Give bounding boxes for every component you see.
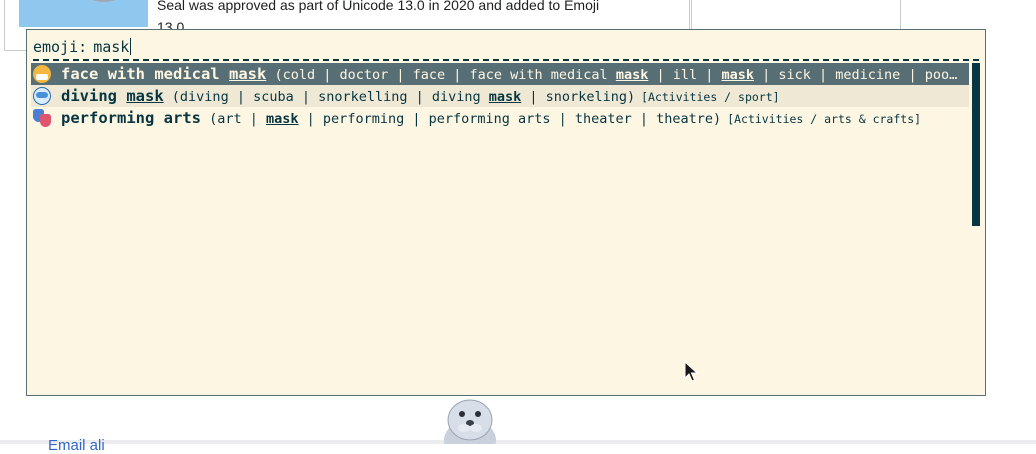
result-name: face with medical mask [61, 65, 266, 83]
diving-mask-icon [33, 87, 51, 105]
prompt-row[interactable]: emoji: mask [33, 36, 977, 58]
result-row[interactable]: performing arts (art | mask | performing… [31, 107, 969, 129]
result-category: [Activities / sport] [641, 90, 780, 104]
article-snippet-line1: Seal was approved as part of Unicode 13.… [157, 0, 600, 13]
result-name: diving mask [61, 87, 164, 105]
prompt-label: emoji: [33, 38, 88, 56]
mouse-pointer-icon [684, 361, 698, 382]
result-name-match: mask [126, 87, 164, 105]
text-caret [130, 38, 132, 55]
keyword-text: (diving | scuba | snorkelling | diving [171, 89, 489, 105]
keyword-text: (art | [209, 111, 267, 127]
result-name: performing arts [61, 109, 201, 127]
seal-thumbnail-image[interactable] [19, 0, 148, 27]
result-row[interactable]: face with medical mask (cold | doctor | … [31, 63, 969, 85]
result-category: [Activities / arts & crafts] [727, 112, 922, 126]
result-keywords: (art | mask | performing | performing ar… [209, 111, 721, 127]
seal-emoji-image [444, 399, 496, 444]
results-list[interactable]: face with medical mask (cold | doctor | … [31, 63, 969, 228]
keyword-text: | sick | medicine | poo… [754, 67, 958, 83]
keyword-text: | ill | [648, 67, 722, 83]
keyword-text: (cold | doctor | face | face with medica… [274, 67, 616, 83]
keyword-match: mask [488, 89, 522, 105]
keyword-text: | snorkeling) [521, 89, 636, 105]
prompt-separator [33, 59, 979, 61]
emoji-picker-window[interactable]: emoji: mask face with medical mask (cold … [26, 29, 986, 396]
page-sidebar [691, 0, 901, 30]
result-row[interactable]: diving mask (diving | scuba | snorkellin… [31, 85, 969, 107]
search-input[interactable]: mask [93, 38, 129, 56]
footer-link[interactable]: Email ali [48, 438, 105, 454]
result-keywords: (cold | doctor | face | face with medica… [274, 67, 957, 83]
result-keywords: (diving | scuba | snorkelling | diving m… [172, 89, 635, 105]
keyword-match: mask [266, 111, 299, 127]
footer-band [0, 440, 1036, 444]
scrollbar[interactable] [972, 63, 980, 226]
keyword-match: mask [721, 67, 755, 83]
result-name-text: face with medical [61, 65, 229, 83]
result-name-text: performing arts [61, 109, 201, 127]
face-with-medical-mask-icon [33, 65, 51, 83]
performing-arts-icon [33, 109, 51, 127]
seal-thumbnail-icon [81, 0, 127, 2]
result-name-match: mask [228, 65, 267, 83]
keyword-match: mask [615, 67, 649, 83]
keyword-text: | performing | performing arts | theater… [298, 111, 722, 127]
result-name-text: diving [61, 87, 127, 105]
